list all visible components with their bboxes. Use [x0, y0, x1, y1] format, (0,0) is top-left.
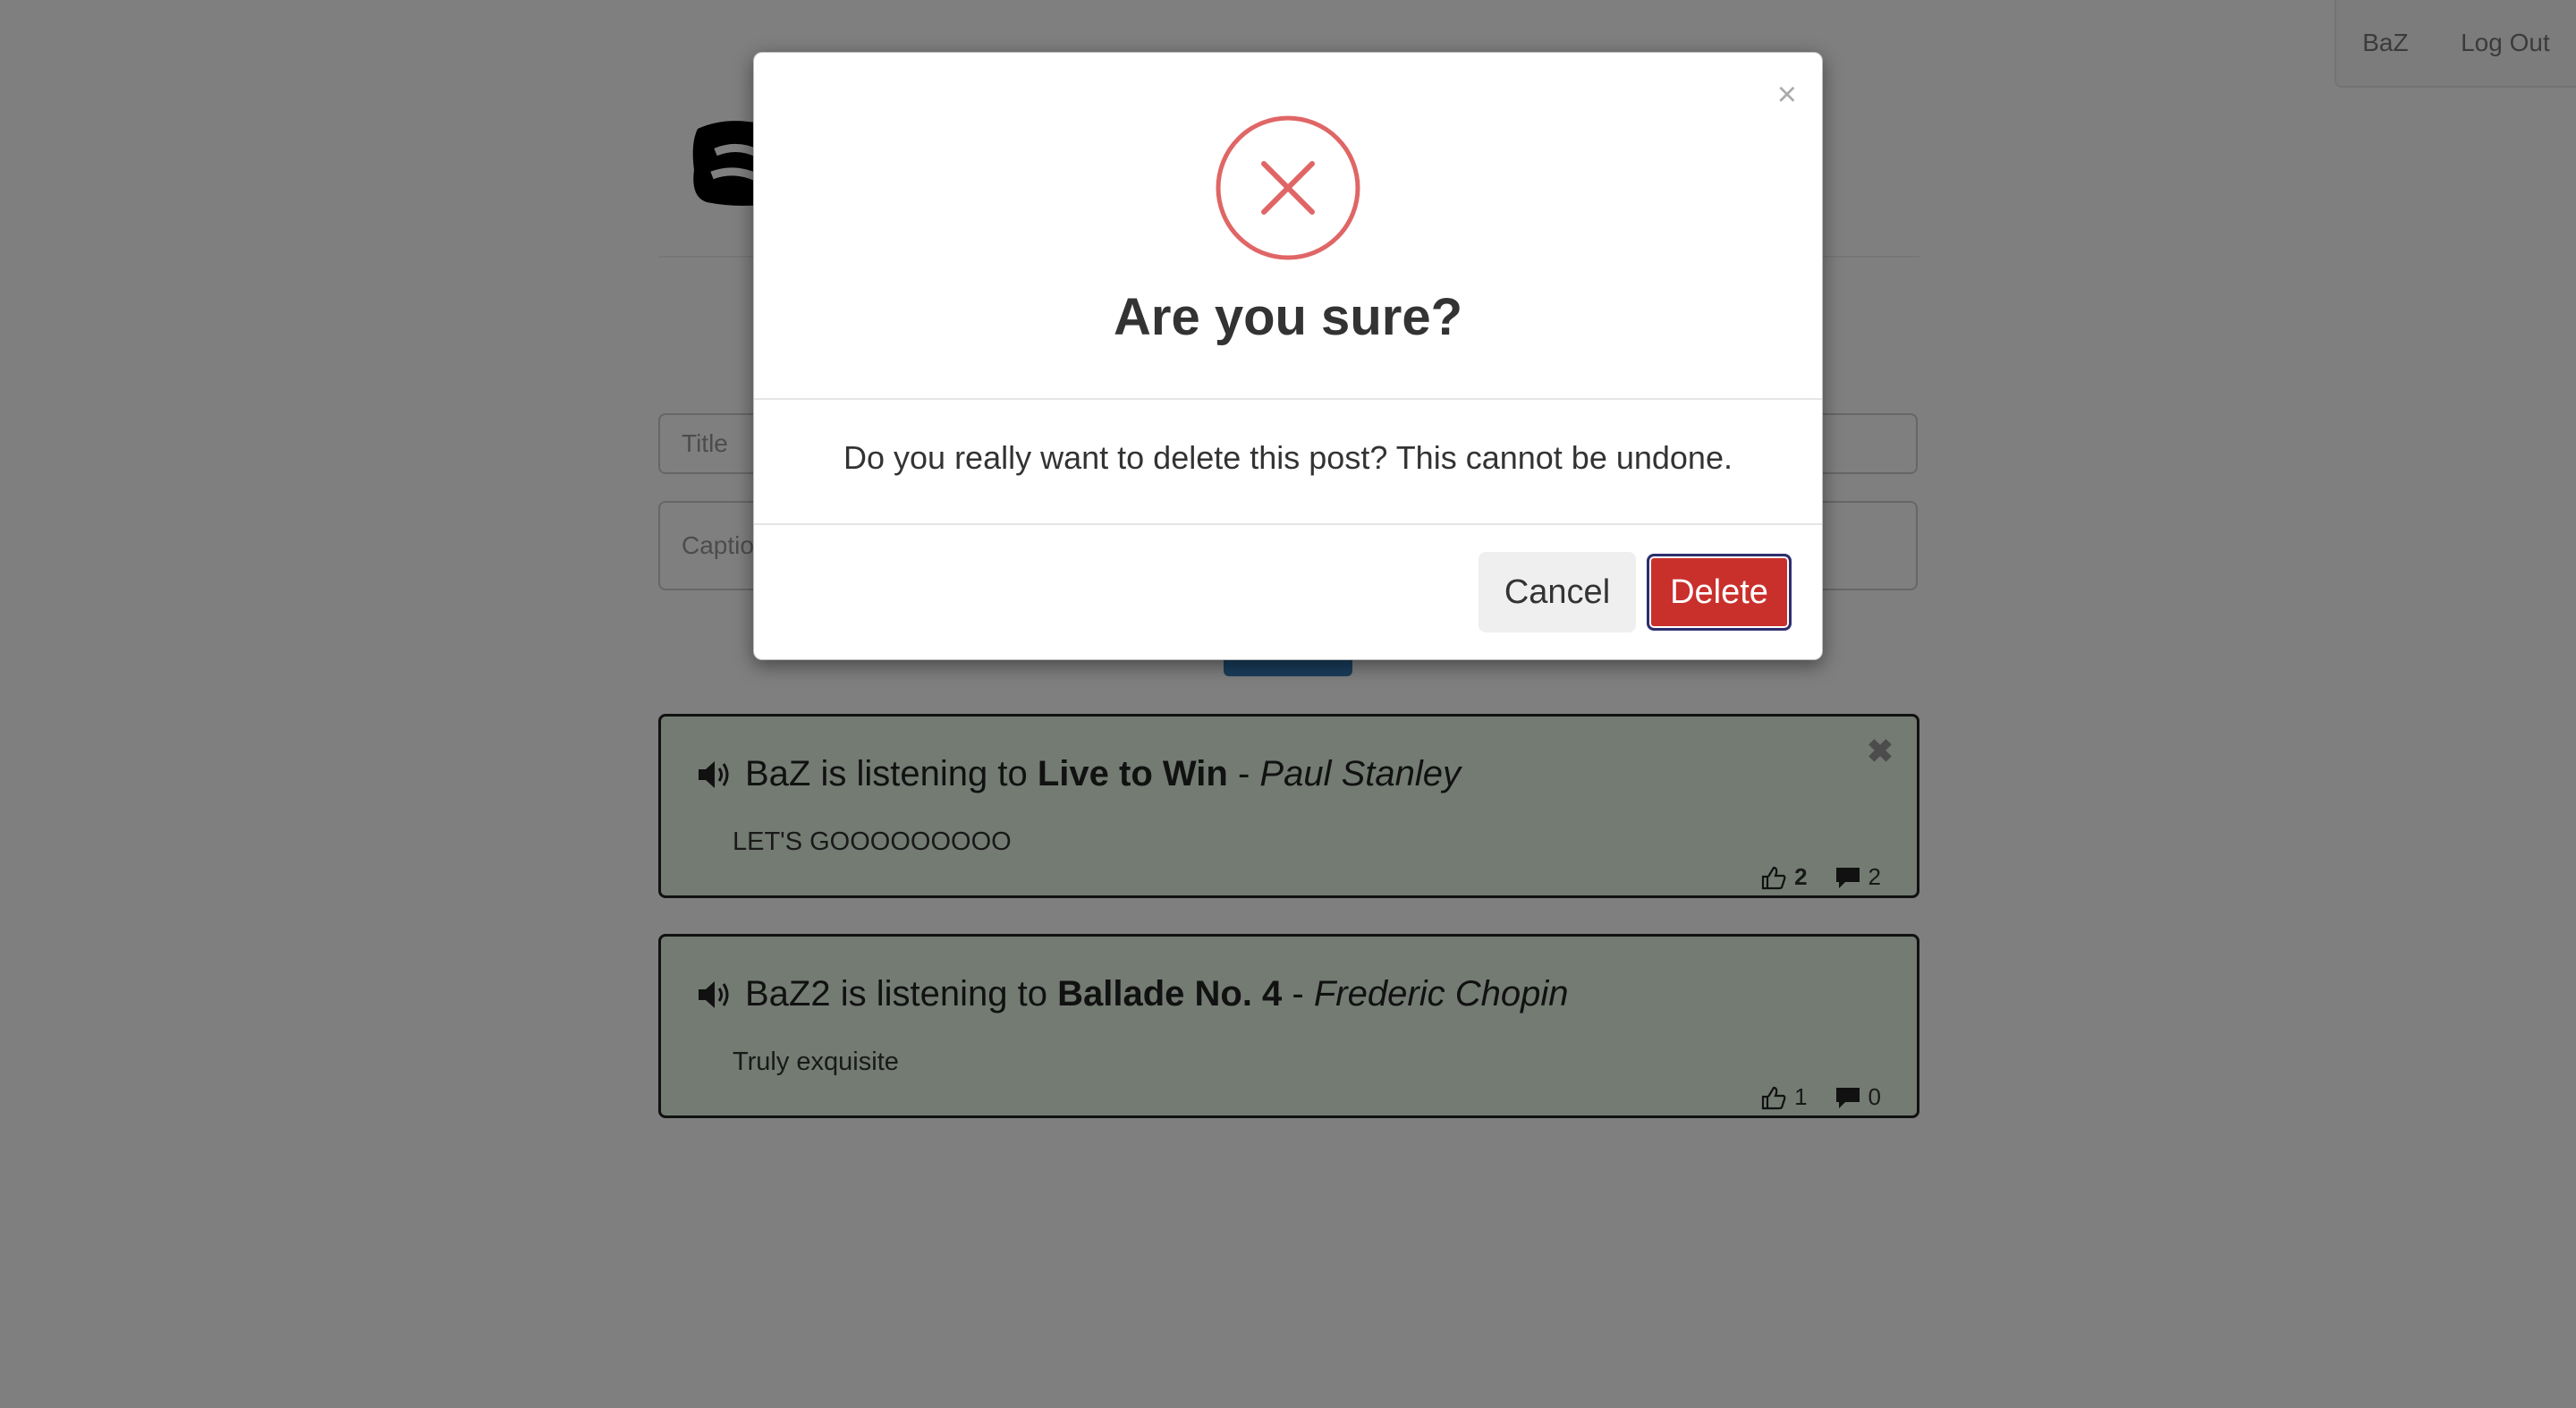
dialog-divider — [754, 523, 1822, 525]
dialog-title: Are you sure? — [1114, 288, 1462, 346]
error-circle-x-icon — [1216, 115, 1360, 260]
delete-button[interactable]: Delete — [1647, 554, 1792, 631]
close-icon[interactable]: × — [1777, 78, 1797, 112]
cancel-button[interactable]: Cancel — [1479, 552, 1636, 632]
confirm-delete-dialog: × Are you sure? Do you really want to de… — [753, 52, 1823, 660]
dialog-divider — [754, 398, 1822, 400]
dialog-message: Do you really want to delete this post? … — [843, 439, 1733, 476]
